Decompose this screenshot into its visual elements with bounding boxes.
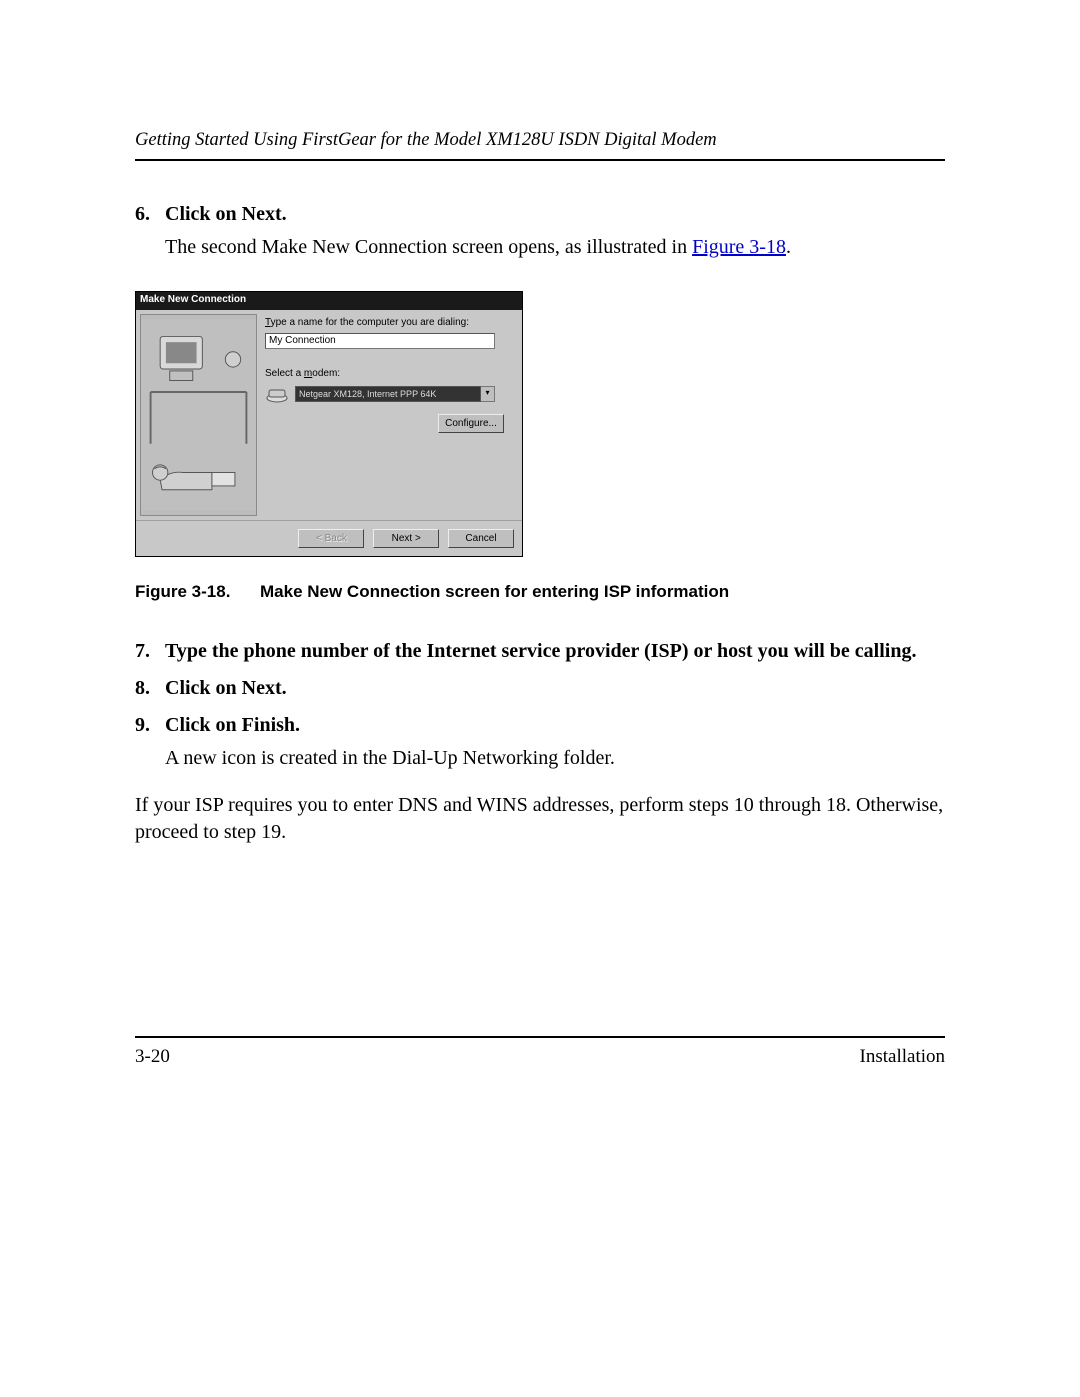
page-number: 3-20 xyxy=(135,1046,170,1068)
paragraph: If your ISP requires you to enter DNS an… xyxy=(135,792,945,846)
body-text: The second Make New Connection screen op… xyxy=(165,236,692,258)
figure-caption: Figure 3-18.Make New Connection screen f… xyxy=(135,581,945,604)
cancel-button[interactable]: Cancel xyxy=(448,529,514,548)
figure-3-18: Make New Connection xyxy=(135,291,945,604)
section-name: Installation xyxy=(860,1046,945,1068)
connection-name-input[interactable] xyxy=(265,333,495,349)
chevron-down-icon[interactable]: ▾ xyxy=(481,386,495,402)
step-title: Click on Finish. xyxy=(165,714,300,736)
running-header: Getting Started Using FirstGear for the … xyxy=(135,130,945,161)
step-number: 7. xyxy=(135,638,165,665)
label-select-modem: Select a modem:Select a modem: xyxy=(265,367,512,381)
wizard-art xyxy=(140,314,257,516)
modem-combobox[interactable]: Netgear XM128, Internet PPP 64K ▾ xyxy=(295,386,495,402)
configure-button[interactable]: Configure...Configure... xyxy=(438,414,504,433)
step-title: Type the phone number of the Internet se… xyxy=(165,640,916,662)
modem-icon xyxy=(265,384,289,404)
step-number: 8. xyxy=(135,675,165,702)
dialog-footer: < Back Next >Next > Cancel xyxy=(136,520,522,556)
step-number: 6. xyxy=(135,201,165,228)
caption-number: Figure 3-18. xyxy=(135,581,260,604)
dialog-titlebar: Make New Connection xyxy=(136,292,522,310)
make-new-connection-dialog: Make New Connection xyxy=(135,291,523,557)
step-number: 9. xyxy=(135,712,165,739)
figure-link[interactable]: Figure 3-18 xyxy=(692,236,786,258)
step-body: A new icon is created in the Dial-Up Net… xyxy=(165,745,945,772)
step-6: 6.Click on Next. The second Make New Con… xyxy=(135,201,945,261)
label-type-name: TType a name for the computer you are di… xyxy=(265,316,512,330)
step-8: 8.Click on Next. xyxy=(135,675,945,702)
step-title: Click on Next. xyxy=(165,677,287,699)
next-button[interactable]: Next >Next > xyxy=(373,529,439,548)
step-body: The second Make New Connection screen op… xyxy=(165,234,945,261)
body-text-post: . xyxy=(786,236,791,258)
back-button: < Back xyxy=(298,529,364,548)
modem-selected: Netgear XM128, Internet PPP 64K xyxy=(295,386,481,402)
step-9: 9.Click on Finish. A new icon is created… xyxy=(135,712,945,772)
caption-text: Make New Connection screen for entering … xyxy=(260,582,729,601)
step-7: 7.Type the phone number of the Internet … xyxy=(135,638,945,665)
page-footer: 3-20 Installation xyxy=(135,1036,945,1068)
step-title: Click on Next. xyxy=(165,203,287,225)
